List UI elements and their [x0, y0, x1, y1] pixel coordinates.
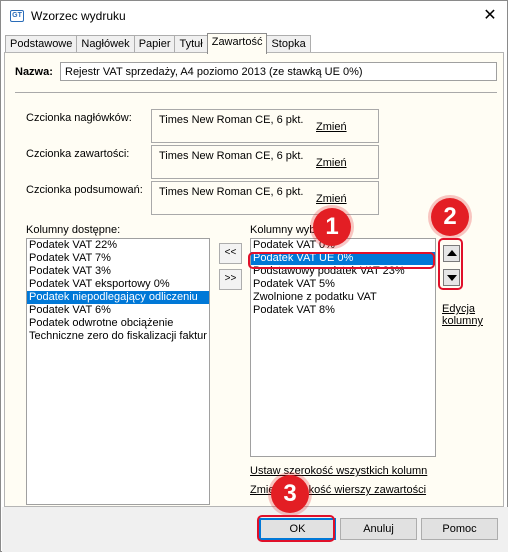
ok-button[interactable]: OK	[259, 518, 336, 540]
button-bar: OK Anuluj Pomoc	[2, 507, 508, 552]
content-tab-panel: Nazwa: Rejestr VAT sprzedaży, A4 poziomo…	[4, 52, 504, 507]
summary-font-value: Times New Roman CE, 6 pkt.	[159, 186, 304, 198]
edit-columns-line2: kolumny	[442, 315, 483, 327]
available-columns-list[interactable]: Podatek VAT 22% Podatek VAT 7% Podatek V…	[26, 238, 210, 505]
list-item-selected[interactable]: Podatek VAT UE 0%	[251, 252, 435, 265]
tab-zawartosc[interactable]: Zawartość	[206, 33, 268, 54]
header-font-label: Czcionka nagłówków:	[26, 112, 132, 124]
content-font-label: Czcionka zawartości:	[26, 148, 130, 160]
list-item[interactable]: Podatek VAT 3%	[27, 265, 209, 278]
window-title: Wzorzec wydruku	[31, 9, 126, 23]
move-up-button[interactable]	[443, 245, 460, 262]
header-font-value: Times New Roman CE, 6 pkt.	[159, 114, 304, 126]
title-bar: GT Wzorzec wydruku ✕	[1, 1, 507, 31]
content-font-box: Times New Roman CE, 6 pkt. Zmień	[151, 145, 379, 179]
summary-font-box: Times New Roman CE, 6 pkt. Zmień	[151, 181, 379, 215]
summary-font-label: Czcionka podsumowań:	[26, 184, 143, 196]
list-item[interactable]: Podatek VAT eksportowy 0%	[27, 278, 209, 291]
step-badge-3: 3	[271, 475, 309, 513]
set-column-width-link[interactable]: Ustaw szerokość wszystkich kolumn	[250, 465, 427, 477]
list-item[interactable]: Podatek VAT 22%	[27, 239, 209, 252]
app-icon: GT	[10, 10, 24, 22]
available-columns-label: Kolumny dostępne:	[26, 224, 121, 236]
tab-strip: Podstawowe Nagłówek Papier Tytuł Zawarto…	[5, 33, 311, 54]
print-template-dialog: GT Wzorzec wydruku ✕ Podstawowe Nagłówek…	[0, 0, 508, 552]
cancel-button[interactable]: Anuluj	[340, 518, 417, 540]
list-item[interactable]: Podatek VAT 7%	[27, 252, 209, 265]
list-item[interactable]: Zwolnione z podatku VAT	[251, 291, 435, 304]
edit-columns-link[interactable]: Edycja kolumny	[442, 303, 483, 327]
chosen-columns-list[interactable]: Podatek VAT 0% Podatek VAT UE 0% Podstaw…	[250, 238, 436, 457]
separator	[15, 92, 497, 93]
summary-font-change-link[interactable]: Zmień	[316, 193, 347, 205]
name-field[interactable]: Rejestr VAT sprzedaży, A4 poziomo 2013 (…	[60, 62, 497, 81]
list-item[interactable]: Podatek odwrotne obciążenie	[27, 317, 209, 330]
list-item[interactable]: Podatek VAT 5%	[251, 278, 435, 291]
move-left-button[interactable]: <<	[219, 243, 242, 264]
edit-columns-line1: Edycja	[442, 303, 476, 315]
list-item[interactable]: Podstawowy podatek VAT 23%	[251, 265, 435, 278]
arrow-up-icon	[447, 250, 457, 256]
header-font-box: Times New Roman CE, 6 pkt. Zmień	[151, 109, 379, 143]
close-icon[interactable]: ✕	[479, 5, 501, 27]
help-button[interactable]: Pomoc	[421, 518, 498, 540]
arrow-down-icon	[447, 275, 457, 281]
content-font-value: Times New Roman CE, 6 pkt.	[159, 150, 304, 162]
move-down-button[interactable]	[443, 269, 460, 286]
list-item[interactable]: Podatek VAT 6%	[27, 304, 209, 317]
list-item[interactable]: Podatek VAT 8%	[251, 304, 435, 317]
list-item[interactable]: Techniczne zero do fiskalizacji faktur r	[27, 330, 209, 343]
header-font-change-link[interactable]: Zmień	[316, 121, 347, 133]
step-badge-2: 2	[431, 198, 469, 236]
content-font-change-link[interactable]: Zmień	[316, 157, 347, 169]
list-item-selected[interactable]: Podatek niepodlegający odliczeniu	[27, 291, 209, 304]
step-badge-1: 1	[313, 208, 351, 246]
name-label: Nazwa:	[15, 66, 53, 78]
move-right-button[interactable]: >>	[219, 269, 242, 290]
